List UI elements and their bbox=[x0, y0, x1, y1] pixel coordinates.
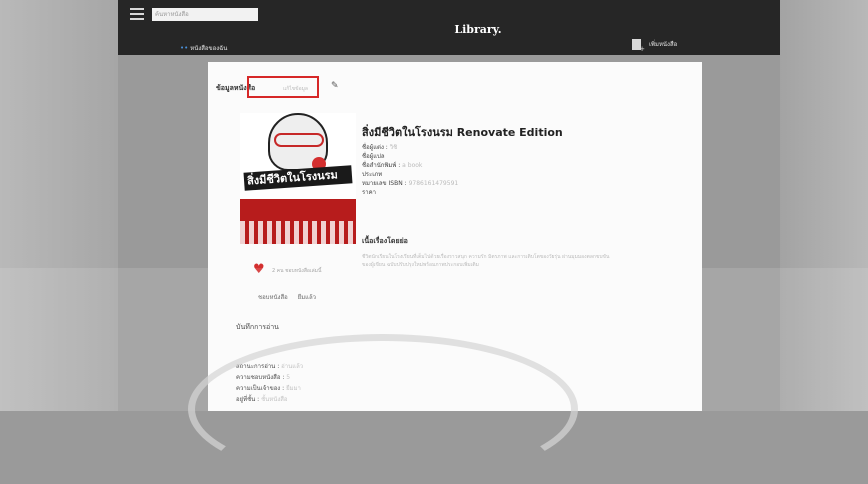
book-title: สิ่งมีชีวิตในโรงนรม Renovate Edition bbox=[362, 126, 563, 139]
cover-glasses-illustration bbox=[274, 133, 324, 147]
nav-add-book[interactable]: เพิ่มหนังสือ bbox=[632, 39, 678, 53]
synopsis-heading: เนื้อเรื่องโดยย่อ bbox=[362, 237, 408, 245]
app-title: Library. bbox=[454, 23, 502, 36]
nav-my-books[interactable]: •• หนังสือของฉัน bbox=[180, 43, 227, 53]
cover-title: สิ่งมีชีวิตในโรงนรม bbox=[243, 165, 353, 191]
synopsis-text: ชีวิตนักเรียนในโรงเรียนที่เต็มไปด้วยเรื่… bbox=[362, 254, 610, 268]
add-book-icon bbox=[632, 39, 645, 53]
nav-add-book-label: เพิ่มหนังสือ bbox=[649, 41, 678, 48]
watermark-arc bbox=[188, 334, 578, 484]
meta-row: ราคา bbox=[362, 189, 376, 196]
meta-row: ชื่อสำนักพิมพ์ : a book bbox=[362, 162, 423, 169]
pencil-edit-icon[interactable]: ✎ bbox=[331, 81, 339, 91]
book-metadata: ชื่อผู้แต่ง : วิชิ ชื่อผู้แปล ชื่อสำนักพ… bbox=[362, 143, 458, 197]
bullet-dots-icon: •• bbox=[180, 44, 189, 52]
meta-row: ชื่อผู้แปล bbox=[362, 153, 385, 160]
hamburger-menu-icon[interactable] bbox=[130, 8, 144, 20]
meta-row: หมายเลข ISBN : 9786161479591 bbox=[362, 180, 459, 187]
book-cover: สิ่งมีชีวิตในโรงนรม bbox=[240, 113, 356, 244]
meta-row: ประเภท bbox=[362, 171, 383, 178]
edit-link[interactable]: แก้ไขข้อมูล bbox=[283, 85, 308, 93]
meta-row: ชื่อผู้แต่ง : วิชิ bbox=[362, 144, 398, 151]
nav-my-books-label: หนังสือของฉัน bbox=[190, 45, 228, 52]
search-input[interactable]: ค้นหาหนังสือ bbox=[152, 8, 258, 21]
app-header: ค้นหาหนังสือ Library. ••หนังสือของฉัน เพ… bbox=[118, 0, 780, 55]
cover-crowd-illustration bbox=[240, 221, 356, 244]
